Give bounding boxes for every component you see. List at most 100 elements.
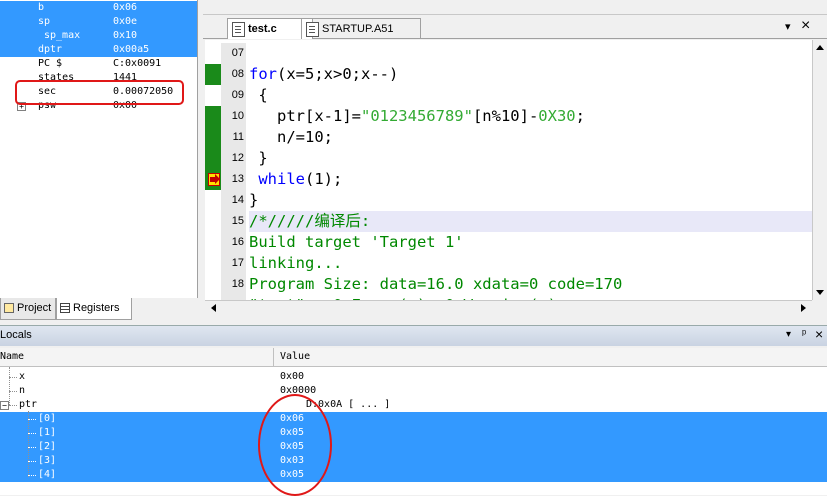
registers-icon [60,303,70,313]
local-name: [3] [38,455,57,466]
code-token: linking... [249,254,343,272]
code-text: { [249,85,267,106]
tab-registers[interactable]: Registers [56,298,132,320]
code-token: [n%10]- [472,107,539,125]
code-text: linking... [249,253,342,274]
register-row[interactable]: PC $ C:0x0091 [0,57,197,71]
locals-row[interactable]: n 0x0000 [0,384,827,398]
code-text: Build target 'Target 1' [249,232,464,253]
register-row[interactable]: sp 0x0e [0,15,197,29]
scroll-right-icon[interactable] [801,304,806,312]
pin-icon[interactable]: ᵖ [802,328,806,340]
local-name: n [19,385,26,396]
register-value[interactable]: 0x0e [113,15,137,29]
code-token: (1); [305,170,343,188]
code-token: /*/////编译后: [249,212,371,230]
locals-title: Locals [0,329,32,341]
code-token: Build target 'Target 1' [249,233,464,251]
code-token: (x=5;x>0;x--) [277,65,399,83]
editor-vertical-scrollbar[interactable] [812,40,827,300]
file-icon [232,22,245,37]
register-name: b [38,2,45,13]
annotation-box [15,80,184,105]
code-token: } [249,149,268,167]
tab-project[interactable]: Project [0,298,56,320]
code-text: ptr[x-1]="0123456789"[n%10]-0X30; [249,106,585,127]
code-line[interactable]: 08 for(x=5;x>0;x--) [205,64,812,85]
code-line[interactable]: 12 } [205,148,812,169]
locals-row[interactable]: [3] 0x03 [0,454,827,468]
register-row[interactable]: dptr 0x00a5 [0,43,197,57]
line-number: 13 [221,169,246,190]
locals-tree: x 0x00 n 0x0000− ptr D:0x0A [ ... ] [0] 0x06 [1]… [0,367,827,495]
code-line[interactable]: 11 n/=10; [205,127,812,148]
local-name: [2] [38,441,57,452]
code-line[interactable]: 14} [205,190,812,211]
scroll-down-icon[interactable] [816,290,824,295]
code-line[interactable]: 07 [205,43,812,64]
tree-connector [9,391,17,392]
column-value-header[interactable]: Value [280,351,310,362]
register-name: sp [38,16,51,27]
coverage-marker [205,85,221,106]
tab-label: test.c [248,23,277,35]
code-text: } [249,148,268,169]
close-icon[interactable]: × [801,18,810,34]
scroll-up-icon[interactable] [816,45,824,50]
register-value[interactable]: 0x10 [113,29,137,43]
locals-row[interactable]: x 0x00 [0,370,827,384]
register-value[interactable]: 0x06 [113,1,137,15]
coverage-marker [205,127,221,148]
register-row[interactable]: b 0x06 [0,1,197,15]
locals-row[interactable]: − ptr D:0x0A [ ... ] [0,398,827,412]
line-number: 12 [221,148,246,169]
code-token: n/=10; [249,128,333,146]
close-icon[interactable]: × [815,326,823,342]
line-number: 18 [221,274,246,295]
tab-list-arrow-icon[interactable]: ▾ [785,20,791,33]
register-name: PC $ [38,58,63,69]
code-editor[interactable]: 07 08 for(x=5;x>0;x--) 09 {10 ptr[x-1]="012… [205,40,812,300]
code-line[interactable]: 10 ptr[x-1]="0123456789"[n%10]-0X30; [205,106,812,127]
register-row[interactable]: sp_max 0x10 [0,29,197,43]
line-number: 09 [221,85,246,106]
editor-top-scroll[interactable] [203,0,827,15]
code-text: while(1); [249,169,342,190]
code-text: } [249,190,258,211]
register-value[interactable]: 0x00a5 [113,43,149,57]
editor-tab-bar: test.c STARTUP.A51 ▾ × [203,16,827,39]
line-number: 15 [221,211,246,232]
collapse-icon[interactable]: − [0,401,9,410]
locals-row[interactable]: [4] 0x05 [0,468,827,482]
project-icon [4,303,14,313]
tree-connector [28,461,36,462]
code-text: n/=10; [249,127,333,148]
editor-horizontal-scrollbar[interactable] [205,300,812,316]
code-line[interactable]: 18 Program Size: data=16.0 xdata=0 code=1… [205,274,812,295]
tab-registers-label: Registers [73,302,120,314]
locals-row[interactable]: [1] 0x05 [0,426,827,440]
tree-connector [9,377,17,378]
column-name-header[interactable]: Name [0,351,24,362]
locals-row[interactable]: [2] 0x05 [0,440,827,454]
code-line[interactable]: 09 { [205,85,812,106]
code-line[interactable]: 15/*/////编译后: [205,211,812,232]
locals-row[interactable]: [0] 0x06 [0,412,827,426]
coverage-marker [205,253,221,274]
register-value[interactable]: C:0x0091 [113,57,161,71]
code-text: /*/////编译后: [249,211,812,232]
line-number: 08 [221,64,246,85]
coverage-marker [205,148,221,169]
column-divider[interactable] [273,348,274,366]
code-line[interactable]: 13 while(1); [205,169,812,190]
code-line[interactable]: 17 linking... [205,253,812,274]
tab-startup-a51[interactable]: STARTUP.A51 [301,18,421,39]
line-number: 10 [221,106,246,127]
local-value[interactable]: 0x00 [280,370,304,384]
code-token: 0X30 [538,107,576,125]
window-menu-icon[interactable]: ▾ [786,329,791,340]
code-line[interactable]: 16 Build target 'Target 1' [205,232,812,253]
scroll-left-icon[interactable] [211,304,216,312]
coverage-marker [205,106,221,127]
